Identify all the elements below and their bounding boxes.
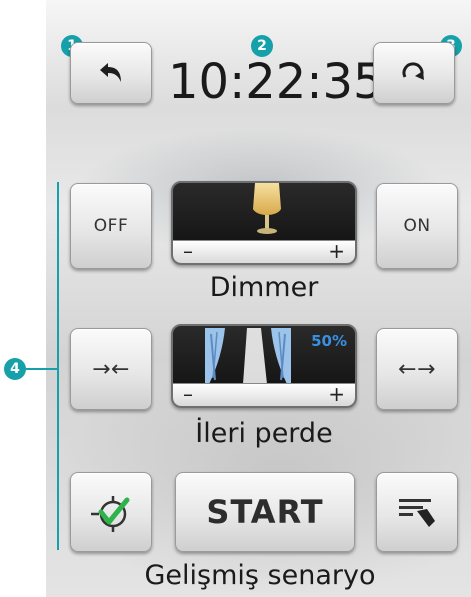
curtain-icon: [205, 328, 291, 384]
dimmer-caption: Dimmer: [209, 272, 319, 303]
dimmer-off-label: OFF: [93, 216, 129, 236]
curtain-minus[interactable]: –: [183, 384, 193, 406]
dimmer-on-button[interactable]: ON: [376, 183, 458, 269]
curtain-caption: İleri perde: [195, 418, 333, 449]
back-arrow-icon: [100, 63, 121, 82]
dimmer-on-label: ON: [403, 216, 431, 236]
edit-button[interactable]: [376, 472, 458, 552]
dimmer-off-button[interactable]: OFF: [70, 183, 152, 269]
refresh-button[interactable]: [373, 42, 455, 104]
callout-connector-line: [26, 368, 58, 370]
scenario-toggle-button[interactable]: [70, 472, 152, 552]
dimmer-plus[interactable]: +: [328, 241, 345, 263]
callout-bracket-line: [57, 182, 59, 550]
curtain-percent: 50%: [311, 332, 347, 350]
back-button[interactable]: [70, 42, 152, 104]
scenario-caption: Gelişmiş senaryo: [144, 560, 376, 591]
curtain-open-icon: ←→: [398, 356, 436, 382]
curtain-slider[interactable]: 50% – +: [171, 324, 357, 408]
callout-badge-4: 4: [4, 358, 26, 380]
curtain-plus[interactable]: +: [328, 384, 345, 406]
clock-time: 10:22:35: [168, 54, 384, 110]
curtain-open-button[interactable]: ←→: [376, 328, 458, 410]
dimmer-minus[interactable]: –: [183, 241, 193, 263]
lamp-icon: [253, 183, 281, 234]
curtain-close-icon: →←: [92, 356, 130, 382]
refresh-icon: [402, 62, 424, 80]
curtain-close-button[interactable]: →←: [70, 328, 152, 410]
start-button[interactable]: START: [175, 472, 355, 552]
start-label: START: [206, 493, 324, 531]
dimmer-slider[interactable]: – +: [171, 181, 357, 265]
scenario-check-icon: [91, 496, 130, 532]
edit-pen-icon: [399, 499, 435, 527]
